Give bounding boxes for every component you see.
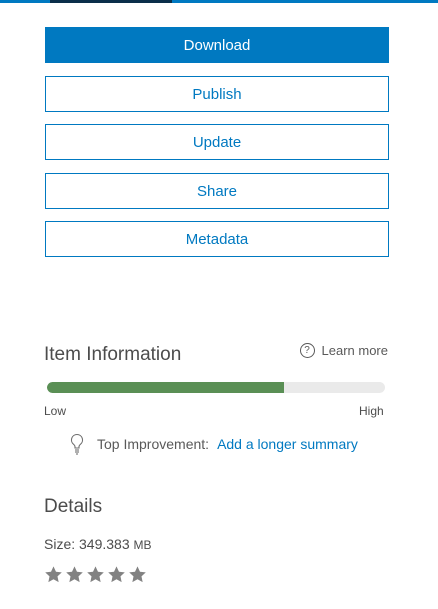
rating-stars[interactable] xyxy=(44,565,147,584)
top-improvement-label: Top Improvement: xyxy=(97,436,210,452)
size-value: 349.383 xyxy=(79,536,130,552)
item-information-score-bar xyxy=(47,382,385,393)
star-icon[interactable] xyxy=(86,565,105,584)
learn-more-label: Learn more xyxy=(321,343,388,358)
star-icon[interactable] xyxy=(107,565,126,584)
score-high-label: High xyxy=(359,404,384,418)
top-improvement: Top Improvement: Add a longer summary xyxy=(69,433,358,455)
share-button[interactable]: Share xyxy=(45,173,389,209)
lightbulb-icon xyxy=(70,433,84,455)
size-info: Size: 349.383 MB xyxy=(44,536,152,552)
question-circle-icon: ? xyxy=(299,343,315,358)
size-label: Size: xyxy=(44,536,76,552)
size-unit: MB xyxy=(133,538,152,552)
metadata-button[interactable]: Metadata xyxy=(45,221,389,257)
details-title: Details xyxy=(44,496,103,517)
publish-button[interactable]: Publish xyxy=(45,76,389,112)
learn-more-link[interactable]: ? Learn more xyxy=(299,343,388,358)
star-icon[interactable] xyxy=(65,565,84,584)
download-button[interactable]: Download xyxy=(45,27,389,63)
score-bar-fill xyxy=(47,382,284,393)
active-tab-indicator xyxy=(50,0,172,3)
top-improvement-link[interactable]: Add a longer summary xyxy=(217,436,358,452)
star-icon[interactable] xyxy=(128,565,147,584)
update-button[interactable]: Update xyxy=(45,124,389,160)
item-information-title: Item Information xyxy=(44,344,182,365)
star-icon[interactable] xyxy=(44,565,63,584)
score-low-label: Low xyxy=(44,404,67,418)
